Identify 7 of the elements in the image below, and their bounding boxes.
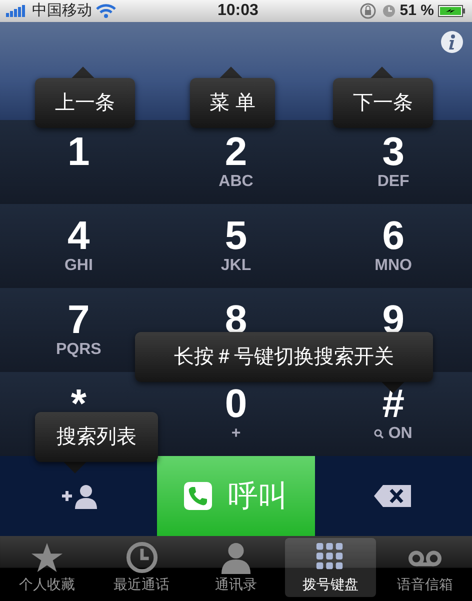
tooltip: 菜 单 bbox=[190, 68, 275, 128]
clock-time: 10:03 bbox=[217, 2, 258, 19]
carrier-name: 中国移动 bbox=[32, 0, 92, 21]
battery-percent: 51 % bbox=[400, 0, 434, 21]
tooltip: 下一条 bbox=[333, 68, 433, 128]
tooltip: 上一条 bbox=[35, 68, 135, 128]
tooltip: 搜索列表 bbox=[35, 412, 158, 472]
